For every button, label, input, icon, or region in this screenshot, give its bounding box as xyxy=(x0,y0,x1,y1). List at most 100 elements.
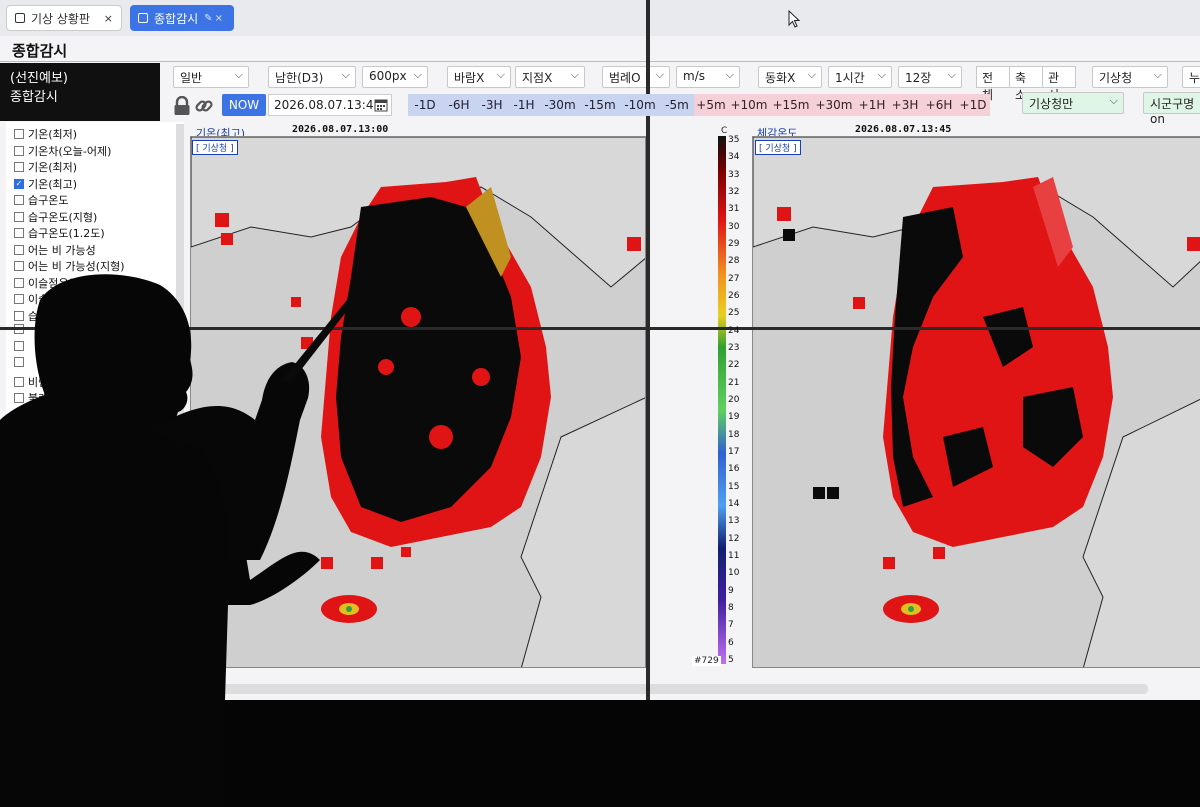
layer-option[interactable]: 습구온도(1.2도) xyxy=(14,225,105,241)
layer-option[interactable]: 어는 비 가능성 xyxy=(14,242,96,258)
animate-select[interactable]: 동화X ⌵ xyxy=(758,66,822,88)
layer-option[interactable]: ✓ 체감온도 xyxy=(14,407,68,423)
checkbox[interactable]: ✓ xyxy=(4,560,14,570)
link-icon[interactable] xyxy=(194,96,214,116)
step-forward-button[interactable]: +3H xyxy=(888,94,922,116)
checkbox[interactable]: ✓ xyxy=(4,659,14,669)
checkbox[interactable] xyxy=(14,294,24,304)
count-select[interactable]: 12장 ⌵ xyxy=(898,66,962,88)
edit-icon[interactable]: ✎ xyxy=(204,13,212,24)
checkbox[interactable]: ✓ xyxy=(14,178,24,189)
office-button[interactable]: 관서 xyxy=(1042,66,1076,102)
step-forward-button[interactable]: +15m xyxy=(770,94,812,116)
checkbox[interactable] xyxy=(14,463,24,474)
station-select[interactable]: 지점X ⌵ xyxy=(515,66,585,88)
layer-option[interactable]: 불쾌지 xyxy=(14,390,58,406)
tab-integrated-monitoring[interactable]: 종합감시 ✎ × xyxy=(130,5,234,31)
step-forward-button[interactable]: +30m xyxy=(812,94,856,116)
checkbox[interactable] xyxy=(14,393,24,403)
close-icon[interactable]: × xyxy=(104,12,113,25)
map-panel-max-temperature[interactable] xyxy=(190,136,646,668)
all-button[interactable]: 전체 xyxy=(976,66,1010,102)
layer-option[interactable] xyxy=(14,477,28,487)
checkbox[interactable] xyxy=(14,244,24,255)
step-back-button[interactable]: -1D xyxy=(408,94,442,116)
layer-option[interactable]: 이슬점온 xyxy=(14,291,68,307)
checkbox[interactable] xyxy=(14,357,24,367)
wind-select[interactable]: 바람X ⌵ xyxy=(447,66,511,88)
lock-icon[interactable] xyxy=(173,96,191,116)
checkbox[interactable]: ✓ xyxy=(4,626,14,636)
agency-select[interactable]: 기상청 ⌵ xyxy=(1092,66,1168,88)
step-back-button[interactable]: -6H xyxy=(442,94,476,116)
interval-select[interactable]: 1시간 ⌵ xyxy=(828,66,892,88)
checkbox[interactable]: ✓ xyxy=(4,593,14,603)
checkbox[interactable]: ✓ xyxy=(4,642,14,653)
agency-office-select[interactable]: 기상청만 ⌵ xyxy=(1022,92,1124,114)
step-back-button[interactable]: -10m xyxy=(620,94,660,116)
checkbox[interactable] xyxy=(14,510,24,520)
region-select[interactable]: 남한(D3) ⌵ xyxy=(268,66,356,88)
step-back-button[interactable]: -1H xyxy=(508,94,540,116)
step-forward-button[interactable]: +1H xyxy=(856,94,888,116)
checkbox[interactable]: ✓ xyxy=(4,576,14,587)
close-icon[interactable]: × xyxy=(215,13,223,24)
layer-option[interactable]: 습 xyxy=(14,308,38,324)
zoom-out-button[interactable]: 축소 xyxy=(1009,66,1043,102)
step-forward-button[interactable]: +5m xyxy=(694,94,728,116)
checkbox[interactable] xyxy=(14,310,24,321)
checkbox[interactable] xyxy=(14,447,24,457)
checkbox[interactable] xyxy=(14,228,24,238)
checkbox[interactable]: ✓ xyxy=(4,609,14,620)
layer-option[interactable]: 기온차(오늘-어제) xyxy=(14,143,111,159)
district-name-select[interactable]: 시군구명on xyxy=(1143,92,1200,126)
layer-option[interactable]: 풍 xyxy=(14,461,38,477)
horizontal-scrollbar[interactable] xyxy=(8,684,1148,694)
view-mode-select[interactable]: 일반 ⌵ xyxy=(173,66,249,88)
layer-option[interactable]: 체감온도- xyxy=(14,423,72,439)
unit-select[interactable]: m/s ⌵ xyxy=(676,66,740,88)
step-back-button[interactable]: -30m xyxy=(540,94,580,116)
layer-option[interactable] xyxy=(14,493,28,504)
step-back-button[interactable]: -5m xyxy=(660,94,694,116)
checkbox[interactable] xyxy=(14,426,24,436)
tab-weather-dashboard[interactable]: 기상 상황판 × xyxy=(6,5,122,31)
vertical-scrollbar[interactable] xyxy=(176,124,184,454)
step-forward-button[interactable]: +6H xyxy=(922,94,956,116)
layer-option[interactable] xyxy=(14,357,28,367)
checkbox[interactable] xyxy=(14,493,24,504)
layer-option[interactable]: 기온(최저) xyxy=(14,126,77,142)
step-forward-button[interactable]: +1D xyxy=(956,94,990,116)
extra-select[interactable]: 누 xyxy=(1182,66,1200,88)
checkbox[interactable] xyxy=(14,145,24,156)
checkbox[interactable] xyxy=(14,261,24,271)
layer-option[interactable] xyxy=(14,510,28,520)
map-panel-apparent-temperature[interactable] xyxy=(752,136,1200,668)
step-back-button[interactable]: -15m xyxy=(580,94,620,116)
layer-option[interactable]: 기온(최저) xyxy=(14,159,77,175)
now-button[interactable]: NOW xyxy=(222,94,266,116)
layer-option[interactable] xyxy=(14,340,28,351)
checkbox[interactable]: ✓ xyxy=(14,409,24,420)
checkbox[interactable] xyxy=(14,277,24,288)
layer-option[interactable]: 바람 xyxy=(14,444,48,460)
layer-option[interactable]: 습구온도(지형) xyxy=(14,209,97,225)
size-select[interactable]: 600px ⌵ xyxy=(362,66,428,88)
step-forward-button[interactable]: +10m xyxy=(728,94,770,116)
calendar-icon[interactable] xyxy=(374,98,388,112)
checkbox[interactable] xyxy=(14,477,24,487)
layer-option[interactable]: 이슬점온도 xyxy=(14,275,79,291)
legend-select[interactable]: 범례O ⌵ xyxy=(602,66,670,88)
layer-option[interactable]: 비림 xyxy=(14,374,48,390)
step-back-button[interactable]: -3H xyxy=(476,94,508,116)
layer-option[interactable]: 어는 비 가능성(지형) xyxy=(14,258,125,274)
checkbox[interactable] xyxy=(14,195,24,205)
layer-option[interactable]: 습구온도 xyxy=(14,192,68,208)
legend-tick-label: 13 xyxy=(728,516,740,527)
layer-option[interactable]: ✓ 기온(최고) xyxy=(14,176,77,192)
checkbox[interactable] xyxy=(14,162,24,172)
checkbox[interactable] xyxy=(14,211,24,222)
checkbox[interactable] xyxy=(14,376,24,387)
checkbox[interactable] xyxy=(14,129,24,139)
checkbox[interactable] xyxy=(14,340,24,351)
